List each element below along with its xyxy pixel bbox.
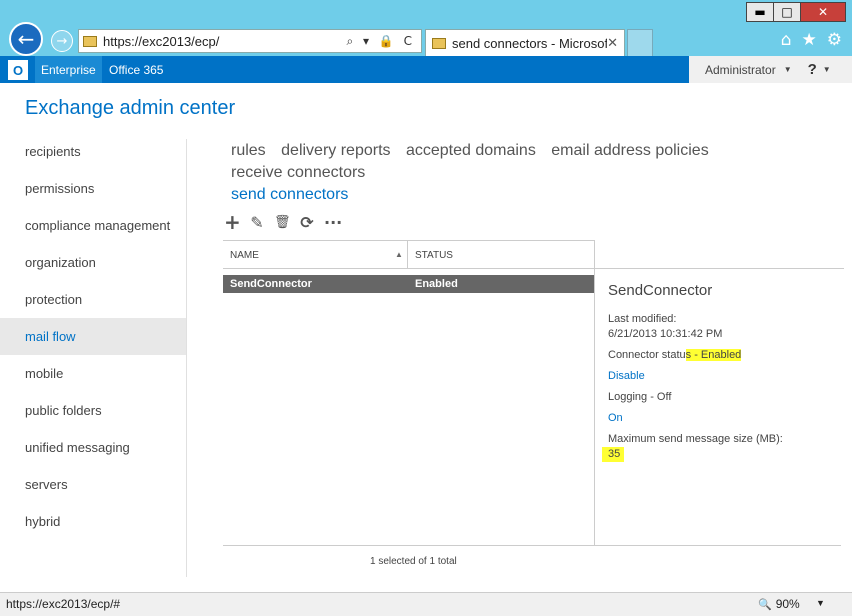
delete-icon[interactable]: 🗑 [274, 215, 291, 230]
sort-ascending-icon[interactable]: ▲ [395, 250, 403, 259]
nav-item-permissions[interactable]: permissions [0, 170, 186, 207]
detail-title: SendConnector [608, 282, 713, 299]
zoom-level: 90% [775, 597, 800, 611]
nav-item-compliance-management[interactable]: compliance management [0, 207, 186, 244]
grid-footer-line [223, 545, 841, 546]
nav-item-hybrid[interactable]: hybrid [0, 503, 186, 540]
tab-delivery-reports[interactable]: delivery reports [281, 142, 390, 159]
browser-status-bar: https://exc2013/ecp/# 🔍 90% ▼ [0, 592, 852, 616]
detail-pane-header-line [594, 268, 844, 269]
row-status: Enabled [415, 278, 458, 290]
logging-on-link[interactable]: On [608, 411, 844, 426]
row-name: SendConnector [230, 278, 312, 290]
connector-status: Connector status - Enabled [608, 348, 844, 363]
window-controls: ▬ □ ✕ [746, 2, 846, 22]
logging-status: Logging - Off [608, 391, 672, 403]
table-row[interactable]: SendConnector Enabled [223, 275, 594, 293]
more-icon[interactable]: ··· [324, 213, 342, 232]
browser-toolbar-icons: ⌂ ★ ⚙ [781, 30, 842, 50]
subtabs: rules delivery reports accepted domains … [231, 140, 841, 206]
browser-tab-send-connectors[interactable]: send connectors - Microsof... ✕ [425, 29, 625, 56]
grid-header: NAME ▲ STATUS [223, 240, 594, 269]
nav-item-servers[interactable]: servers [0, 466, 186, 503]
left-nav: recipients permissions compliance manage… [0, 133, 186, 540]
column-header-name[interactable]: NAME [230, 250, 259, 261]
enterprise-link[interactable]: Enterprise [35, 56, 102, 83]
nav-item-unified-messaging[interactable]: unified messaging [0, 429, 186, 466]
nav-item-mail-flow[interactable]: mail flow [0, 318, 186, 355]
nav-item-public-folders[interactable]: public folders [0, 392, 186, 429]
tab-close-icon[interactable]: ✕ [607, 36, 618, 51]
user-menu[interactable]: Administrator [705, 63, 776, 77]
user-area: Administrator ▼ ? ▼ [689, 56, 852, 83]
tab-favicon-icon [432, 37, 446, 49]
tab-rules[interactable]: rules [231, 142, 266, 159]
gear-icon[interactable]: ⚙ [827, 30, 842, 50]
nav-item-protection[interactable]: protection [0, 281, 186, 318]
favorites-icon[interactable]: ★ [802, 30, 817, 50]
back-button[interactable]: ← [9, 22, 43, 56]
chevron-down-icon[interactable]: ▼ [784, 65, 792, 74]
address-tools-icons[interactable]: ⌕ ▾ 🔒 C [346, 34, 415, 49]
nav-item-mobile[interactable]: mobile [0, 355, 186, 392]
office365-bar: O Enterprise Office 365 Administrator ▼ … [0, 56, 852, 83]
last-modified-label: Last modified: [608, 313, 677, 325]
last-modified-value: 6/21/2013 10:31:42 PM [608, 328, 723, 340]
connector-status-label: Connector statu [608, 349, 686, 361]
disable-link[interactable]: Disable [608, 369, 844, 384]
page-title: Exchange admin center [25, 97, 236, 119]
nav-item-organization[interactable]: organization [0, 244, 186, 281]
address-url[interactable]: https://exc2013/ecp/ [103, 34, 346, 49]
office365-link[interactable]: Office 365 [109, 56, 163, 83]
new-tab-button[interactable] [627, 29, 653, 56]
nav-item-recipients[interactable]: recipients [0, 133, 186, 170]
max-size-value: 35 [602, 447, 625, 462]
nav-divider [186, 139, 187, 577]
zoom-control[interactable]: 🔍 90% [758, 597, 800, 611]
minimize-button[interactable]: ▬ [746, 2, 774, 22]
tab-email-address-policies[interactable]: email address policies [551, 142, 708, 159]
connector-status-value: s - Enabled [685, 349, 742, 361]
forward-button[interactable]: → [51, 30, 73, 52]
tab-receive-connectors[interactable]: receive connectors [231, 164, 365, 181]
tab-accepted-domains[interactable]: accepted domains [406, 142, 536, 159]
edit-icon[interactable]: ✎ [249, 213, 265, 232]
maximize-button[interactable]: □ [773, 2, 801, 22]
close-window-button[interactable]: ✕ [800, 2, 846, 22]
refresh-icon[interactable]: ⟳ [299, 213, 315, 232]
grid-toolbar: + ✎ 🗑 ⟳ ··· [224, 210, 342, 234]
tab-title: send connectors - Microsof... [452, 35, 608, 51]
selection-count: 1 selected of 1 total [370, 556, 457, 567]
help-chevron-down-icon[interactable]: ▼ [823, 65, 831, 74]
tab-send-connectors[interactable]: send connectors [231, 186, 348, 203]
office-logo-icon[interactable]: O [8, 60, 28, 80]
detail-pane: SendConnector Last modified: 6/21/2013 1… [602, 282, 844, 462]
help-icon[interactable]: ? [808, 61, 817, 78]
column-header-status[interactable]: STATUS [415, 250, 453, 261]
column-separator[interactable] [407, 241, 408, 268]
max-size-label: Maximum send message size (MB): [608, 433, 783, 445]
favicon-icon [83, 35, 97, 47]
detail-pane-border [594, 240, 595, 545]
home-icon[interactable]: ⌂ [781, 30, 792, 50]
zoom-chevron-down-icon[interactable]: ▼ [816, 598, 825, 608]
status-url: https://exc2013/ecp/# [6, 597, 121, 611]
address-bar[interactable]: https://exc2013/ecp/ ⌕ ▾ 🔒 C [78, 29, 422, 53]
browser-chrome: ▬ □ ✕ ← → https://exc2013/ecp/ ⌕ ▾ 🔒 C s… [0, 0, 852, 56]
zoom-icon: 🔍 [758, 598, 772, 611]
add-icon[interactable]: + [224, 210, 241, 234]
